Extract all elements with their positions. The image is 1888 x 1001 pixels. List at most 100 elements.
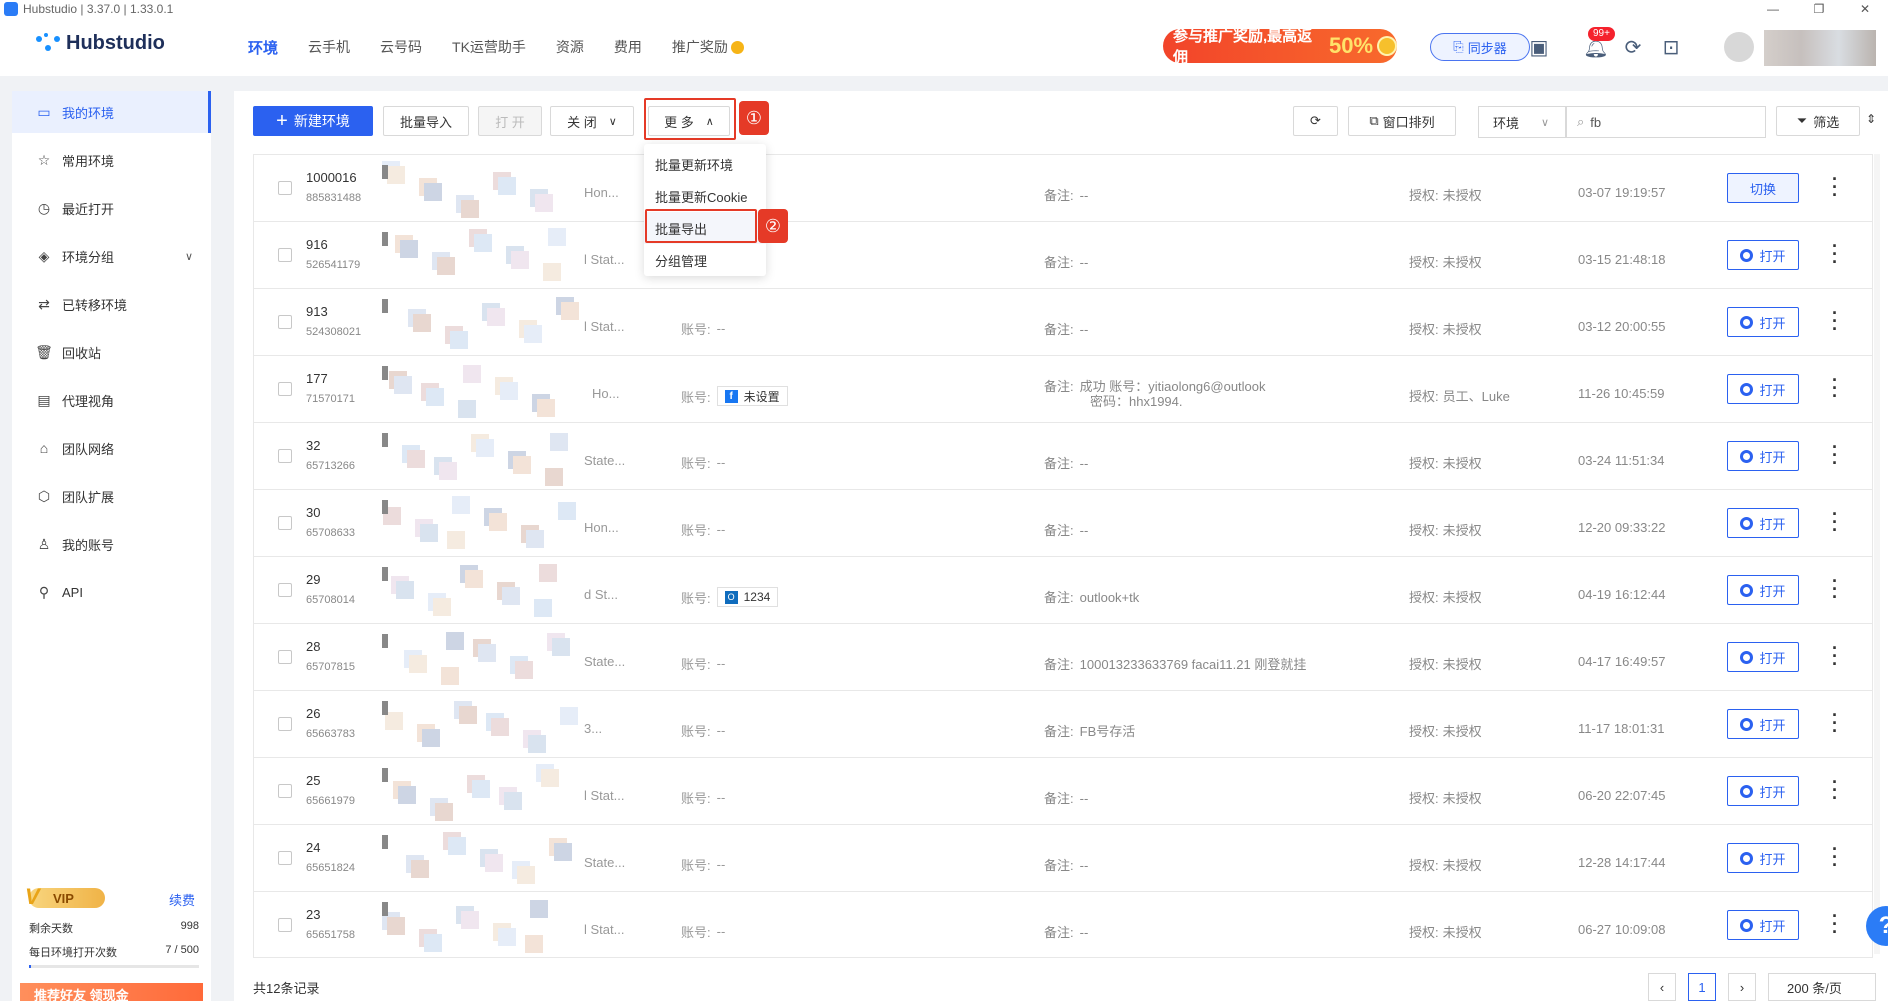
switch-button[interactable]: 切换 bbox=[1727, 173, 1799, 203]
menu-item-batch-update-cookie[interactable]: 批量更新Cookie bbox=[644, 180, 766, 212]
screen-icon[interactable]: ▣ bbox=[1526, 34, 1552, 60]
menu-item-batch-update-env[interactable]: 批量更新环境 bbox=[644, 148, 766, 180]
page-number[interactable]: 1 bbox=[1688, 973, 1716, 1001]
table-row[interactable]: 29 65708014 d St... 账号: O 1234 备注: outlook+tk 授权… bbox=[254, 557, 1872, 624]
sidebar-item-team-network[interactable]: ⌂ 团队网络 bbox=[12, 427, 211, 469]
nav-tab-cloud-phone[interactable]: 云手机 bbox=[293, 18, 365, 76]
open-env-button[interactable]: 打开 bbox=[1727, 240, 1799, 270]
refresh-button[interactable]: ⟳ bbox=[1293, 106, 1338, 136]
prev-page-button[interactable]: ‹ bbox=[1648, 973, 1676, 1001]
row-more-icon[interactable]: · · · bbox=[1832, 639, 1838, 673]
sidebar-item-proxy-view[interactable]: ▤ 代理视角 bbox=[12, 379, 211, 421]
window-arrange-button[interactable]: ⧉ 窗口排列 bbox=[1348, 106, 1456, 136]
sort-icon[interactable]: ⇕ bbox=[1866, 112, 1876, 126]
nav-tab-tk-assistant[interactable]: TK运营助手 bbox=[437, 18, 541, 76]
download-icon[interactable]: ⟳ bbox=[1620, 34, 1646, 60]
search-input[interactable]: ⌕ fb bbox=[1566, 106, 1766, 138]
row-more-icon[interactable]: · · · bbox=[1832, 438, 1838, 472]
table-row[interactable]: 916 526541179 l Stat... 备注: -- 授权: 未授权 03-15 21… bbox=[254, 222, 1872, 289]
sidebar-item-my-environments[interactable]: ▭ 我的环境 bbox=[12, 91, 211, 133]
open-env-button[interactable]: 打开 bbox=[1727, 307, 1799, 337]
close-icon[interactable]: ✕ bbox=[1842, 0, 1888, 18]
row-checkbox[interactable] bbox=[278, 717, 292, 731]
next-page-button[interactable]: › bbox=[1728, 973, 1756, 1001]
open-env-button[interactable]: 打开 bbox=[1727, 910, 1799, 940]
row-checkbox[interactable] bbox=[278, 516, 292, 530]
row-more-icon[interactable]: · · · bbox=[1832, 237, 1838, 271]
nav-tab-billing[interactable]: 费用 bbox=[599, 18, 657, 76]
row-checkbox[interactable] bbox=[278, 449, 292, 463]
sidebar-item-groups[interactable]: ◈ 环境分组 ∨ bbox=[12, 235, 211, 277]
table-row[interactable]: 177 71570171 Ho... 账号: f 未设置 备注: 成功 账号：yitiaolo… bbox=[254, 356, 1872, 423]
row-checkbox[interactable] bbox=[278, 918, 292, 932]
filter-button[interactable]: ⏷ 筛选 bbox=[1776, 106, 1860, 136]
minimize-icon[interactable]: — bbox=[1750, 0, 1796, 18]
renew-link[interactable]: 续费 bbox=[169, 890, 195, 909]
table-row[interactable]: 32 65713266 State... 账号: -- 备注: -- 授权: 未授权 03-24 … bbox=[254, 423, 1872, 490]
invite-friends-banner[interactable]: 推荐好友 领现金 bbox=[20, 983, 203, 1001]
open-env-button[interactable]: 打开 bbox=[1727, 843, 1799, 873]
row-more-icon[interactable]: · · · bbox=[1832, 572, 1838, 606]
open-env-button[interactable]: 打开 bbox=[1727, 642, 1799, 672]
sidebar-item-api[interactable]: ⚲ API bbox=[12, 571, 211, 613]
table-row[interactable]: 26 65663783 3... 账号: -- 备注: FB号存活 授权: 未授权 11-17 1… bbox=[254, 691, 1872, 758]
brand-logo[interactable]: Hubstudio bbox=[36, 32, 165, 55]
row-more-icon[interactable]: · · · bbox=[1832, 371, 1838, 405]
env-type-select[interactable]: 环境 ∨ bbox=[1478, 106, 1566, 138]
batch-import-button[interactable]: 批量导入 bbox=[383, 106, 469, 136]
nav-tab-resources[interactable]: 资源 bbox=[541, 18, 599, 76]
sidebar-item-recycle-bin[interactable]: 🗑︎ 回收站 bbox=[12, 331, 211, 373]
row-more-icon[interactable]: · · · bbox=[1832, 773, 1838, 807]
new-environment-button[interactable]: + 新建环境 bbox=[253, 106, 373, 136]
user-name-redacted[interactable] bbox=[1764, 30, 1876, 66]
open-env-button[interactable]: 打开 bbox=[1727, 776, 1799, 806]
open-env-button[interactable]: 打开 bbox=[1727, 441, 1799, 471]
row-checkbox[interactable] bbox=[278, 851, 292, 865]
row-more-icon[interactable]: · · · bbox=[1832, 840, 1838, 874]
promo-banner[interactable]: 参与推广奖励,最高返佣 50% bbox=[1163, 28, 1397, 66]
row-more-icon[interactable]: · · · bbox=[1832, 907, 1838, 941]
sidebar-item-recent[interactable]: ◷ 最近打开 bbox=[12, 187, 211, 229]
sidebar-item-my-account[interactable]: ♙ 我的账号 bbox=[12, 523, 211, 565]
row-more-icon[interactable]: · · · bbox=[1832, 505, 1838, 539]
row-more-icon[interactable]: · · · bbox=[1832, 304, 1838, 338]
open-env-button[interactable]: 打开 bbox=[1727, 709, 1799, 739]
sidebar-item-transferred[interactable]: ⇄ 已转移环境 bbox=[12, 283, 211, 325]
table-row[interactable]: 913 524308021 l Stat... 账号: -- 备注: -- 授权: 未授权 03-… bbox=[254, 289, 1872, 356]
open-env-button[interactable]: 打开 bbox=[1727, 374, 1799, 404]
row-checkbox[interactable] bbox=[278, 583, 292, 597]
row-checkbox[interactable] bbox=[278, 181, 292, 195]
row-checkbox[interactable] bbox=[278, 315, 292, 329]
sync-button[interactable]: ⎘ 同步器 bbox=[1430, 33, 1530, 61]
row-checkbox[interactable] bbox=[278, 650, 292, 664]
row-more-icon[interactable]: · · · bbox=[1832, 706, 1838, 740]
row-checkbox[interactable] bbox=[278, 248, 292, 262]
open-button[interactable]: 打 开 bbox=[478, 106, 542, 136]
nav-tab-cloud-number[interactable]: 云号码 bbox=[365, 18, 437, 76]
account-chip[interactable]: f 未设置 bbox=[716, 386, 788, 406]
scrollbar[interactable] bbox=[1874, 154, 1880, 954]
note-cell: 备注: -- bbox=[1044, 791, 1089, 806]
table-row[interactable]: 23 65651758 l Stat... 账号: -- 备注: -- 授权: 未授权 06-27… bbox=[254, 892, 1872, 957]
row-checkbox[interactable] bbox=[278, 784, 292, 798]
open-env-button[interactable]: 打开 bbox=[1727, 575, 1799, 605]
calendar-icon[interactable]: ⊡ bbox=[1658, 34, 1684, 60]
nav-tab-environment[interactable]: 环境 bbox=[233, 18, 293, 76]
close-dropdown-button[interactable]: 关 闭 ∨ bbox=[550, 106, 634, 136]
open-env-button[interactable]: 打开 bbox=[1727, 508, 1799, 538]
table-row[interactable]: 1000016885831488Hon...3412备注:--授权:未授权03-… bbox=[254, 155, 1872, 222]
sidebar-item-team-extension[interactable]: ⬡ 团队扩展 bbox=[12, 475, 211, 517]
row-checkbox[interactable] bbox=[278, 382, 292, 396]
table-row[interactable]: 30 65708633 Hon... 账号: -- 备注: -- 授权: 未授权 12-20 09… bbox=[254, 490, 1872, 557]
sidebar-item-favorites[interactable]: ☆ 常用环境 bbox=[12, 139, 211, 181]
page-size-select[interactable]: 200 条/页 bbox=[1768, 973, 1876, 1001]
account-chip[interactable]: O 1234 bbox=[716, 587, 779, 607]
table-row[interactable]: 24 65651824 State... 账号: -- 备注: -- 授权: 未授权 12-28 … bbox=[254, 825, 1872, 892]
row-more-icon[interactable]: · · · bbox=[1832, 170, 1838, 204]
table-row[interactable]: 28 65707815 State... 账号: -- 备注: 10001323363376… bbox=[254, 624, 1872, 691]
avatar[interactable] bbox=[1724, 32, 1754, 62]
maximize-icon[interactable]: ❐ bbox=[1796, 0, 1842, 18]
menu-item-group-management[interactable]: 分组管理 bbox=[644, 244, 766, 276]
table-row[interactable]: 25 65661979 l Stat... 账号: -- 备注: -- 授权: 未授权 06-20… bbox=[254, 758, 1872, 825]
nav-tab-promotion[interactable]: 推广奖励 bbox=[657, 18, 759, 76]
